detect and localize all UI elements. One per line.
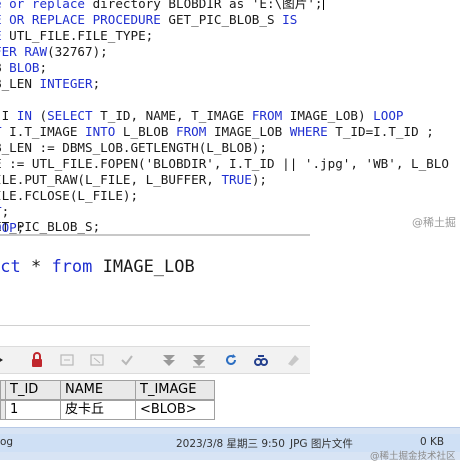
code-line: B_LEN := DBMS_LOB.GETLENGTH(L_BLOB);	[0, 140, 267, 155]
file-name: og	[0, 436, 14, 448]
code-line: T;	[0, 204, 10, 219]
column-header[interactable]: T_ID	[5, 380, 61, 400]
column-header[interactable]: NAME	[60, 380, 136, 400]
refresh-icon[interactable]	[222, 351, 240, 369]
new-record-icon[interactable]	[58, 351, 76, 369]
grid-cell[interactable]: 1	[5, 400, 61, 420]
find-icon[interactable]	[252, 351, 270, 369]
post-icon[interactable]	[118, 351, 136, 369]
watermark: @稀土掘	[412, 216, 456, 229]
code-line: B_LEN INTEGER;	[0, 76, 101, 91]
lock-icon[interactable]	[28, 351, 46, 369]
divider	[0, 325, 310, 326]
code-line: FER RAW(32767);	[0, 44, 108, 59]
chevron-down-icon[interactable]	[0, 351, 4, 369]
clear-icon[interactable]	[284, 351, 302, 369]
delete-record-icon[interactable]	[88, 351, 106, 369]
code-line: ILE.PUT_RAW(L_FILE, L_BUFFER, TRUE);	[0, 172, 267, 187]
file-date: 2023/3/8 星期三 9:50	[176, 438, 285, 450]
file-size: 0 KB	[420, 436, 445, 448]
code-line: I IN (SELECT T_ID, NAME, T_IMAGE FROM IM…	[1, 108, 404, 123]
file-type: JPG 图片文件	[290, 438, 353, 450]
code-line: E UTL_FILE.FILE_TYPE;	[0, 28, 154, 43]
text-caret	[322, 0, 324, 10]
code-line: T I.T_IMAGE INTO L_BLOB FROM IMAGE_LOB W…	[0, 124, 434, 139]
query-text[interactable]: ect * from IMAGE_LOB	[0, 257, 195, 277]
grid-toolbar	[0, 346, 310, 374]
sql-editor[interactable]: e or replace directory BLOBDIR as 'E:\图片…	[0, 0, 460, 236]
column-header[interactable]: T_IMAGE	[135, 380, 215, 400]
grid-cell[interactable]: 皮卡丘	[60, 400, 136, 420]
filter-icon[interactable]	[160, 351, 178, 369]
code-line: E OR REPLACE PROCEDURE GET_PIC_BLOB_S IS	[0, 12, 298, 27]
grid-cell[interactable]: <BLOB>	[135, 400, 215, 420]
code-line: E := UTL_FILE.FOPEN('BLOBDIR', I.T_ID ||…	[0, 156, 449, 171]
sort-icon[interactable]	[190, 351, 208, 369]
code-line: e or replace directory BLOBDIR as 'E:\图片…	[0, 0, 324, 12]
code-line: B BLOB;	[0, 60, 48, 75]
code-line: ET_PIC_BLOB_S;	[0, 219, 101, 234]
code-line: ILE.FCLOSE(L_FILE);	[0, 188, 139, 203]
